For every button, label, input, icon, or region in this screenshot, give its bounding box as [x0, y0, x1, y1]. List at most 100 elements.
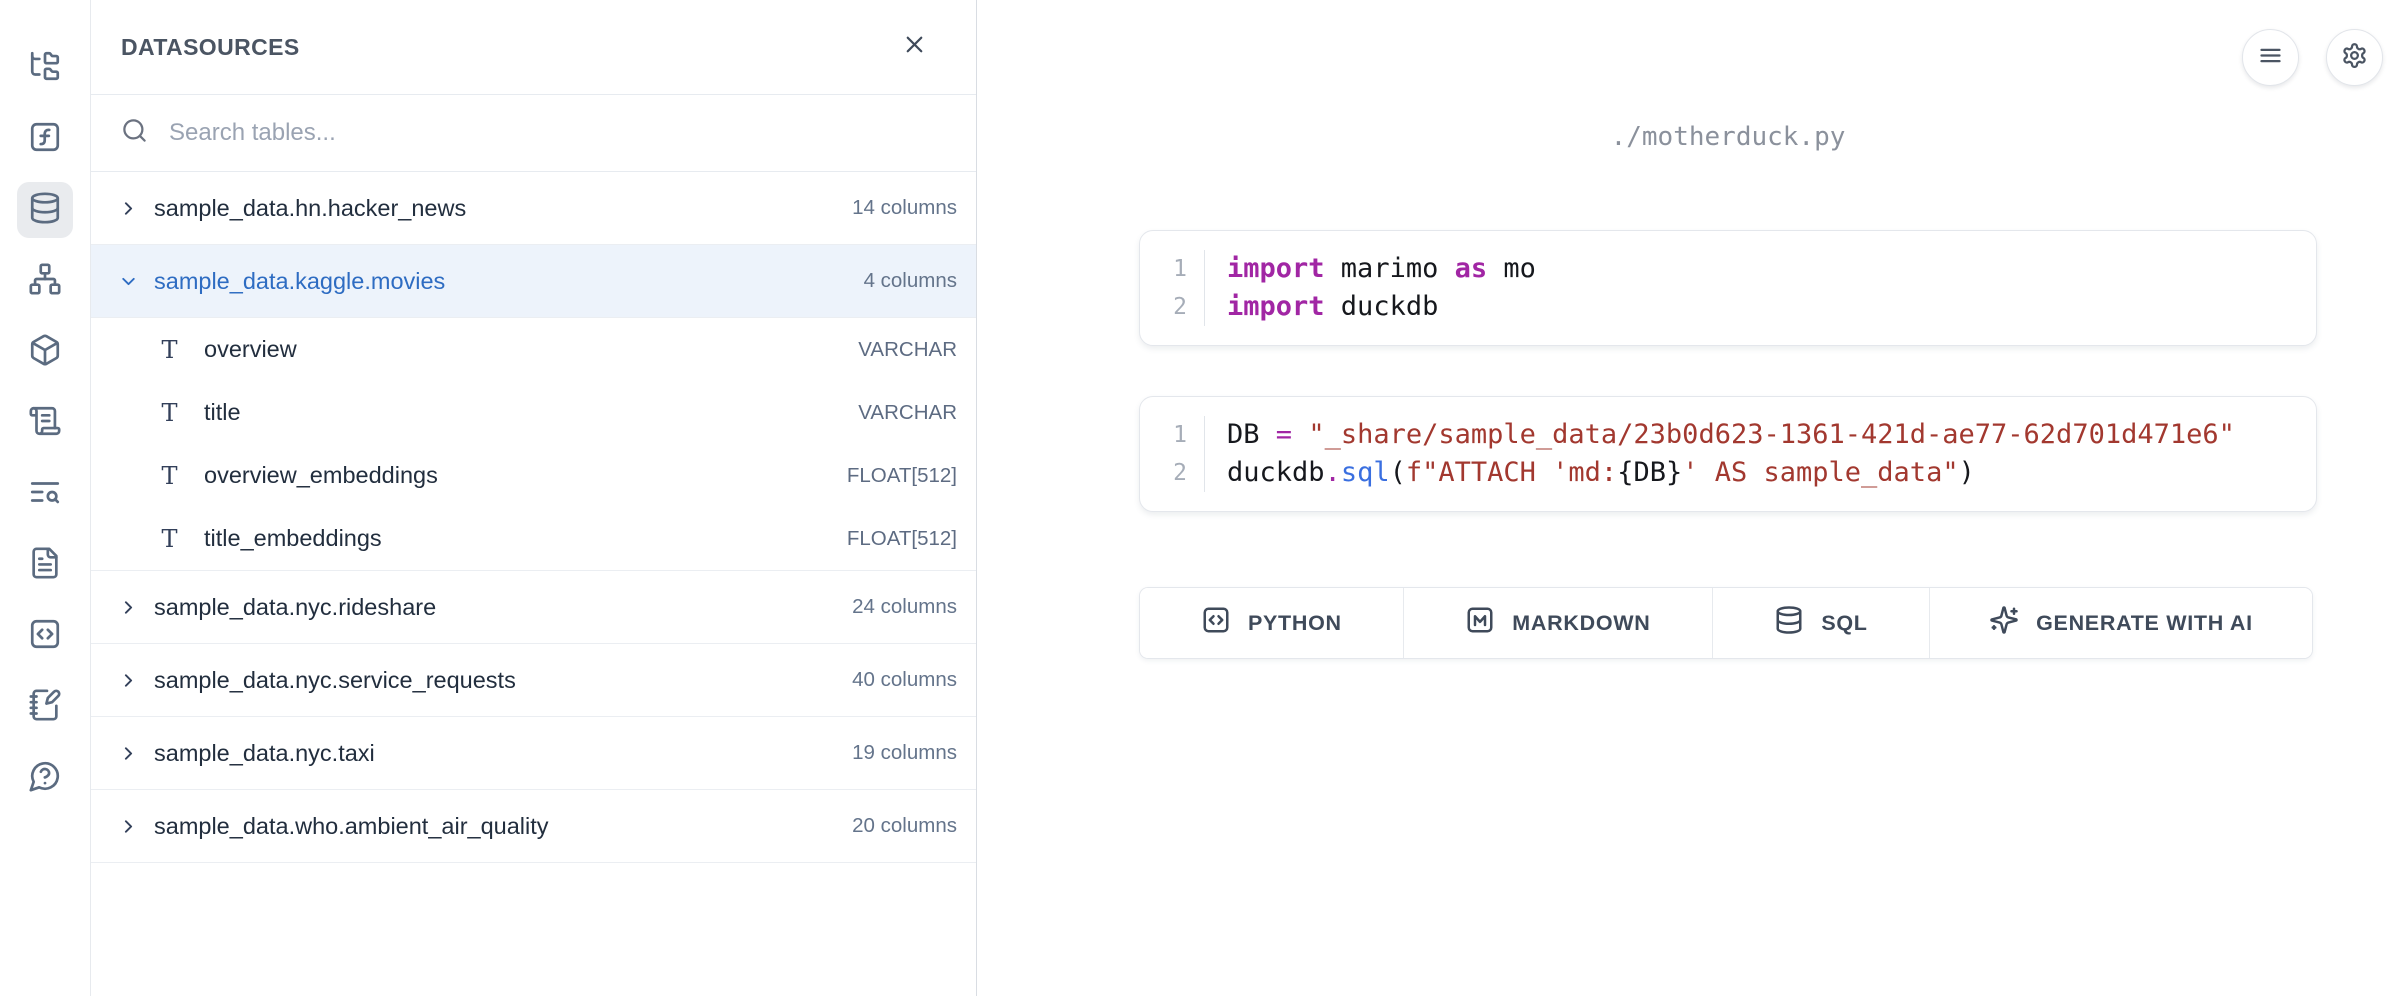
- code-line: 2 duckdb.sql(f"ATTACH 'md:{DB}' AS sampl…: [1140, 454, 2316, 492]
- add-sql-cell-button[interactable]: SQL: [1713, 588, 1930, 658]
- table-search: [91, 95, 976, 172]
- notebook-area: ./motherduck.py 1 import marimo as mo 2 …: [977, 0, 2399, 996]
- database-icon: [1774, 605, 1804, 641]
- sidebar-item-outline[interactable]: [17, 395, 73, 451]
- menu-icon: [2257, 42, 2284, 74]
- scratchpad-icon: [28, 688, 62, 727]
- table-row[interactable]: sample_data.who.ambient_air_quality 20 c…: [91, 790, 976, 863]
- search-icon: [121, 117, 148, 149]
- notebook-actions: [2242, 29, 2383, 86]
- sidebar-item-datasources[interactable]: [17, 182, 73, 238]
- code-text: import marimo as mo: [1205, 250, 1536, 288]
- sidebar-item-dependencies[interactable]: [17, 253, 73, 309]
- expanded-columns-group: T overview VARCHAR T title VARCHAR T ove…: [91, 318, 976, 571]
- column-row[interactable]: T title VARCHAR: [91, 381, 976, 444]
- sidebar-item-snippets[interactable]: [17, 608, 73, 664]
- column-name: title: [204, 399, 837, 426]
- code-line: 1 import marimo as mo: [1140, 250, 2316, 288]
- code-cell[interactable]: 1 DB = "_share/sample_data/23b0d623-1361…: [1139, 396, 2317, 512]
- generate-with-ai-button[interactable]: GENERATE WITH AI: [1930, 588, 2312, 658]
- table-name: sample_data.nyc.taxi: [154, 740, 837, 767]
- table-row[interactable]: sample_data.nyc.taxi 19 columns: [91, 717, 976, 790]
- panel-header: DATASOURCES: [91, 0, 976, 95]
- text-type-icon: T: [156, 399, 183, 427]
- sidebar-item-logs[interactable]: [17, 466, 73, 522]
- chevron-right-icon: [118, 597, 139, 618]
- datasources-panel: DATASOURCES sample_data.hn.hacker_news 1…: [91, 0, 977, 996]
- search-input[interactable]: [169, 119, 946, 147]
- text-type-icon: T: [156, 525, 183, 553]
- table-list: sample_data.hn.hacker_news 14 columns sa…: [91, 172, 976, 863]
- file-tree-icon: [28, 49, 62, 88]
- log-search-icon: [28, 475, 62, 514]
- table-row[interactable]: sample_data.nyc.rideshare 24 columns: [91, 571, 976, 644]
- function-square-icon: [28, 120, 62, 159]
- app-window: DATASOURCES sample_data.hn.hacker_news 1…: [0, 0, 2399, 996]
- close-panel-button[interactable]: [892, 25, 936, 69]
- column-row[interactable]: T overview VARCHAR: [91, 318, 976, 381]
- table-column-count: 20 columns: [852, 814, 957, 838]
- dependency-graph-icon: [28, 262, 62, 301]
- help-chat-icon: [28, 759, 62, 798]
- table-row-selected[interactable]: sample_data.kaggle.movies 4 columns: [91, 245, 976, 318]
- sidebar-item-files[interactable]: [17, 40, 73, 96]
- column-type: VARCHAR: [858, 401, 957, 425]
- code-square-icon: [28, 617, 62, 656]
- line-number: 1: [1140, 416, 1205, 454]
- column-row[interactable]: T title_embeddings FLOAT[512]: [91, 507, 976, 570]
- sparkles-icon: [1989, 605, 2019, 641]
- table-name: sample_data.nyc.service_requests: [154, 667, 837, 694]
- sidebar-item-scratchpad[interactable]: [17, 679, 73, 735]
- text-type-icon: T: [156, 336, 183, 364]
- add-python-label: PYTHON: [1248, 611, 1342, 636]
- table-column-count: 24 columns: [852, 595, 957, 619]
- settings-button[interactable]: [2326, 29, 2383, 86]
- table-column-count: 19 columns: [852, 741, 957, 765]
- gear-icon: [2341, 42, 2368, 74]
- column-row[interactable]: T overview_embeddings FLOAT[512]: [91, 444, 976, 507]
- chevron-right-icon: [118, 816, 139, 837]
- database-icon: [28, 191, 62, 230]
- icon-sidebar: [0, 0, 91, 996]
- table-name: sample_data.who.ambient_air_quality: [154, 813, 837, 840]
- notebook-content: ./motherduck.py 1 import marimo as mo 2 …: [1139, 0, 2317, 659]
- scroll-text-icon: [28, 404, 62, 443]
- close-icon: [901, 31, 928, 63]
- markdown-square-icon: [1465, 605, 1495, 641]
- column-type: FLOAT[512]: [847, 464, 957, 488]
- code-square-icon: [1201, 605, 1231, 641]
- line-number: 1: [1140, 250, 1205, 288]
- chevron-right-icon: [118, 743, 139, 764]
- add-markdown-cell-button[interactable]: MARKDOWN: [1404, 588, 1713, 658]
- column-type: VARCHAR: [858, 338, 957, 362]
- column-name: overview: [204, 336, 837, 363]
- generate-with-ai-label: GENERATE WITH AI: [2036, 611, 2253, 636]
- sidebar-item-packages[interactable]: [17, 324, 73, 380]
- table-column-count: 14 columns: [852, 196, 957, 220]
- notebook-menu-button[interactable]: [2242, 29, 2299, 86]
- chevron-right-icon: [118, 198, 139, 219]
- code-cell[interactable]: 1 import marimo as mo 2 import duckdb: [1139, 230, 2317, 346]
- line-number: 2: [1140, 288, 1205, 326]
- table-row[interactable]: sample_data.hn.hacker_news 14 columns: [91, 172, 976, 245]
- panel-title: DATASOURCES: [121, 34, 300, 61]
- column-type: FLOAT[512]: [847, 527, 957, 551]
- package-box-icon: [28, 333, 62, 372]
- code-line: 2 import duckdb: [1140, 288, 2316, 326]
- chevron-right-icon: [118, 670, 139, 691]
- table-name: sample_data.hn.hacker_news: [154, 195, 837, 222]
- code-text: duckdb.sql(f"ATTACH 'md:{DB}' AS sample_…: [1205, 454, 1975, 492]
- add-cell-bar: PYTHON MARKDOWN SQL GENERATE WITH AI: [1139, 587, 2313, 659]
- notebook-filename[interactable]: ./motherduck.py: [1139, 122, 2317, 152]
- table-name: sample_data.nyc.rideshare: [154, 594, 837, 621]
- code-text: import duckdb: [1205, 288, 1438, 326]
- sidebar-item-help[interactable]: [17, 750, 73, 806]
- sidebar-item-documentation[interactable]: [17, 537, 73, 593]
- code-line: 1 DB = "_share/sample_data/23b0d623-1361…: [1140, 416, 2316, 454]
- add-python-cell-button[interactable]: PYTHON: [1140, 588, 1404, 658]
- column-name: title_embeddings: [204, 525, 826, 552]
- document-icon: [28, 546, 62, 585]
- sidebar-item-variables[interactable]: [17, 111, 73, 167]
- text-type-icon: T: [156, 462, 183, 490]
- table-row[interactable]: sample_data.nyc.service_requests 40 colu…: [91, 644, 976, 717]
